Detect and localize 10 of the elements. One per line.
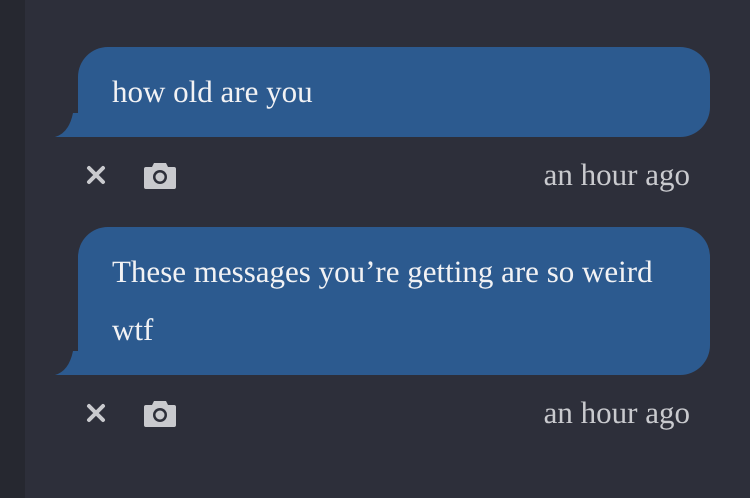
timestamp: an hour ago [544,157,690,193]
timestamp: an hour ago [544,395,690,431]
bubble-tail [55,113,79,137]
camera-icon[interactable] [143,160,177,190]
close-icon[interactable] [85,402,107,424]
close-icon[interactable] [85,164,107,186]
bubble-tail [55,351,79,375]
message-bubble: These messages you’re getting are so weird wtf [78,227,710,375]
message-bubble: how old are you [78,47,710,137]
camera-icon[interactable] [143,398,177,428]
